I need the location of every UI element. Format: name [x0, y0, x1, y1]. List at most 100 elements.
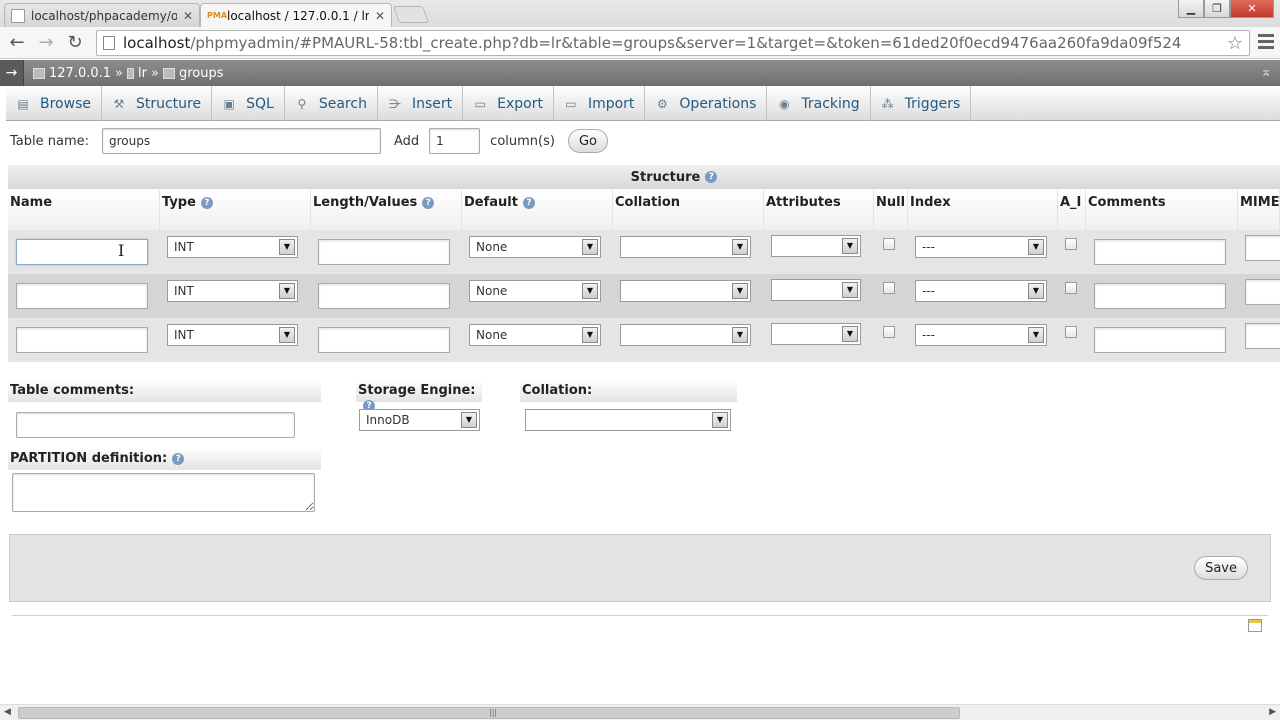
minimize-icon[interactable]: ▁: [1178, 0, 1204, 18]
column-name-input[interactable]: [16, 283, 148, 309]
collation-select[interactable]: ▼: [620, 236, 751, 258]
scroll-left-arrow-icon[interactable]: ◀: [4, 707, 11, 717]
default-select[interactable]: None ▼: [469, 280, 601, 302]
collation-select[interactable]: ▼: [620, 280, 751, 302]
triggers-icon: ⁂: [881, 96, 894, 111]
save-button[interactable]: Save: [1194, 556, 1248, 580]
storage-engine-select[interactable]: InnoDB ▼: [359, 409, 480, 431]
type-select[interactable]: INT ▼: [167, 236, 298, 258]
chevron-down-icon: ▼: [1028, 327, 1044, 343]
tab-search[interactable]: ⚲ Search: [285, 86, 378, 121]
go-button[interactable]: Go: [567, 129, 608, 153]
navigation-toggle-icon[interactable]: →: [0, 60, 24, 86]
phpmyadmin-logo-icon: PMA: [207, 11, 228, 20]
column-header-length: Length/Values?: [311, 190, 462, 230]
index-select[interactable]: --- ▼: [915, 324, 1047, 346]
horizontal-scrollbar[interactable]: ◀ ||| ▶: [0, 704, 1280, 720]
new-tab-button[interactable]: [392, 6, 430, 23]
mime-type-select[interactable]: [1245, 235, 1280, 261]
mime-type-select[interactable]: [1245, 279, 1280, 305]
tab-export[interactable]: ▭ Export: [463, 86, 554, 121]
add-columns-count-input[interactable]: [429, 128, 481, 154]
default-select[interactable]: None ▼: [469, 236, 601, 258]
bookmark-star-icon[interactable]: ☆: [1227, 33, 1243, 54]
console-icon[interactable]: [1248, 619, 1262, 632]
comments-input[interactable]: [1094, 283, 1226, 309]
default-select[interactable]: None ▼: [469, 324, 601, 346]
scroll-right-arrow-icon[interactable]: ▶: [1269, 707, 1276, 717]
restore-icon[interactable]: ❐: [1204, 0, 1230, 18]
forward-arrow-icon[interactable]: →: [35, 32, 57, 54]
grip-icon: |||: [489, 708, 498, 717]
tab-sql[interactable]: ▣ SQL: [212, 86, 285, 121]
tab-structure[interactable]: ⚒ Structure: [102, 86, 213, 121]
partition-definition-textarea[interactable]: [12, 473, 315, 512]
attributes-select[interactable]: ▼: [771, 323, 861, 345]
tab-insert[interactable]: ⋺ Insert: [378, 86, 464, 121]
index-select[interactable]: --- ▼: [915, 280, 1047, 302]
breadcrumb-server[interactable]: 127.0.0.1: [33, 66, 111, 81]
browser-menu-icon[interactable]: [1258, 34, 1274, 52]
help-icon[interactable]: ?: [200, 196, 213, 209]
close-tab-icon[interactable]: ✕: [375, 9, 385, 23]
attributes-select[interactable]: ▼: [771, 279, 861, 301]
comments-input[interactable]: [1094, 239, 1226, 265]
null-checkbox[interactable]: [883, 238, 895, 250]
column-header-mime: MIME: [1238, 190, 1280, 230]
auto-increment-checkbox[interactable]: [1065, 326, 1077, 338]
length-values-input[interactable]: [318, 327, 450, 353]
index-select[interactable]: --- ▼: [915, 236, 1047, 258]
chevron-down-icon: ▼: [732, 239, 748, 255]
tab-label: Export: [497, 95, 543, 112]
browse-icon: ▤: [17, 96, 29, 111]
attributes-select[interactable]: ▼: [771, 235, 861, 257]
address-bar[interactable]: localhost/phpmyadmin/#PMAURL-58:tbl_crea…: [96, 30, 1250, 56]
insert-icon: ⋺: [388, 96, 401, 111]
auto-increment-checkbox[interactable]: [1065, 282, 1077, 294]
page-icon: [11, 8, 25, 23]
auto-increment-checkbox[interactable]: [1065, 238, 1077, 250]
type-select[interactable]: INT ▼: [167, 280, 298, 302]
close-tab-icon[interactable]: ✕: [183, 9, 193, 23]
help-icon[interactable]: ?: [172, 452, 185, 465]
tab-operations[interactable]: ⚙ Operations: [645, 86, 768, 121]
null-checkbox[interactable]: [883, 282, 895, 294]
table-collation-select[interactable]: ▼: [525, 409, 731, 431]
help-icon[interactable]: ?: [422, 196, 435, 209]
breadcrumb-database[interactable]: lr: [127, 66, 147, 81]
url-host: localhost: [123, 34, 191, 52]
table-comments-input[interactable]: [16, 412, 295, 438]
tab-tracking[interactable]: ◉ Tracking: [767, 86, 871, 121]
tab-label: Structure: [135, 95, 202, 112]
length-values-input[interactable]: [318, 239, 450, 265]
scrollbar-thumb[interactable]: |||: [18, 707, 960, 719]
length-values-input[interactable]: [318, 283, 450, 309]
tab-label: Browse: [40, 95, 91, 112]
null-checkbox[interactable]: [883, 326, 895, 338]
help-icon[interactable]: ?: [522, 196, 535, 209]
type-select[interactable]: INT ▼: [167, 324, 298, 346]
column-name-input[interactable]: [16, 327, 148, 353]
mime-type-select[interactable]: [1245, 323, 1280, 349]
collapse-icon[interactable]: ⌅: [1260, 64, 1272, 80]
tab-label: Insert: [411, 95, 453, 112]
tab-triggers[interactable]: ⁂ Triggers: [871, 86, 972, 121]
comments-input[interactable]: [1094, 327, 1226, 353]
url-text[interactable]: localhost/phpmyadmin/#PMAURL-58:tbl_crea…: [123, 34, 1181, 52]
tab-import[interactable]: ▭ Import: [554, 86, 646, 121]
browser-tab-phpmyadmin[interactable]: PMA localhost / 127.0.0.1 / lr / g ✕: [200, 3, 392, 28]
column-name-input[interactable]: [16, 239, 148, 265]
help-icon[interactable]: ?: [705, 171, 718, 183]
reload-icon[interactable]: ↻: [64, 32, 86, 54]
back-arrow-icon[interactable]: ←: [6, 32, 28, 54]
breadcrumb-table[interactable]: groups: [162, 66, 223, 81]
partition-definition-label: PARTITION definition:?: [8, 448, 321, 470]
collation-select[interactable]: ▼: [620, 324, 751, 346]
column-headers: Name Type? Length/Values? Default? Colla…: [8, 190, 1280, 230]
table-name-input[interactable]: [102, 128, 381, 154]
tab-browse[interactable]: ▤ Browse: [6, 86, 102, 121]
structure-heading: Structure ?: [8, 165, 1280, 189]
chevron-down-icon: ▼: [842, 282, 858, 298]
browser-tab-phpacademy[interactable]: localhost/phpacademy/o ✕: [4, 3, 200, 27]
window-close-icon[interactable]: ✕: [1230, 0, 1274, 18]
